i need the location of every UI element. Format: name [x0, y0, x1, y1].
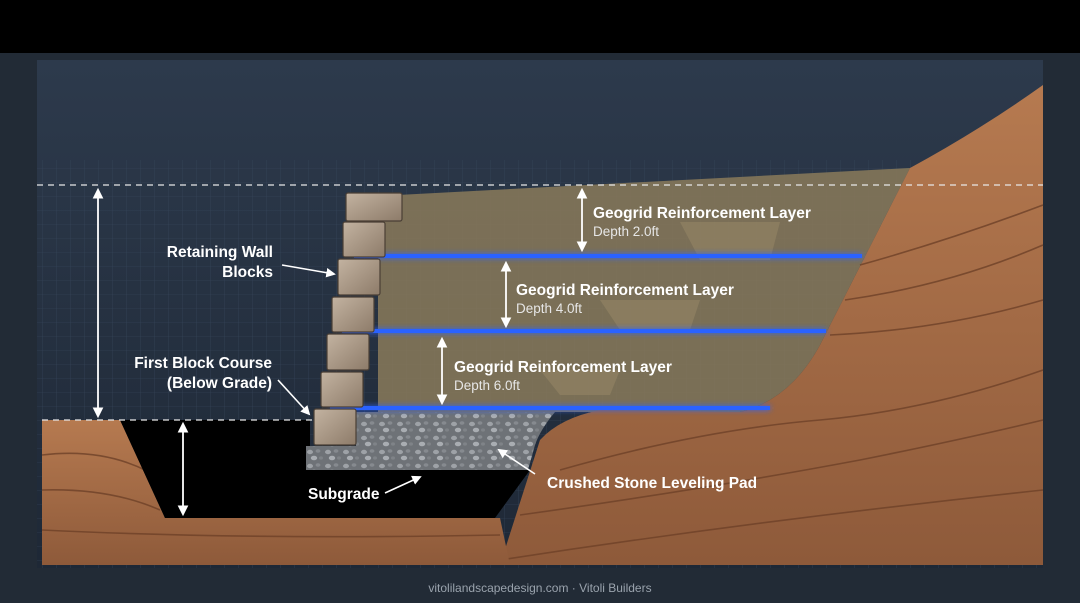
header-bar [0, 0, 1080, 53]
geogrid-layer-2-title: Geogrid Reinforcement Layer [516, 282, 734, 299]
geogrid-layer-3-depth: Depth 6.0ft [454, 378, 520, 393]
geogrid-layer-1-title: Geogrid Reinforcement Layer [593, 205, 811, 222]
label-retaining-wall-blocks-2: Blocks [222, 264, 273, 281]
wall-block [326, 333, 370, 371]
label-first-block-course-1: First Block Course [134, 355, 272, 372]
wall-block [320, 371, 364, 408]
wall-block [331, 296, 375, 333]
geogrid-layer-1-depth: Depth 2.0ft [593, 224, 659, 239]
label-subgrade: Subgrade [308, 486, 380, 503]
label-first-block-course-2: (Below Grade) [167, 375, 272, 392]
wall-block [342, 221, 386, 258]
retaining-wall-diagram: Retaining Wall Blocks First Block Course… [0, 0, 1080, 595]
geogrid-layer-3-title: Geogrid Reinforcement Layer [454, 359, 672, 376]
wall-block [345, 192, 403, 222]
wall-block [313, 408, 357, 446]
label-retaining-wall-blocks-1: Retaining Wall [167, 244, 273, 261]
geogrid-layer-2-depth: Depth 4.0ft [516, 301, 582, 316]
footer-credit: vitolilandscapedesign.com · Vitoli Build… [428, 581, 651, 595]
wall-block [337, 258, 381, 296]
label-crushed-stone-pad: Crushed Stone Leveling Pad [547, 475, 757, 492]
